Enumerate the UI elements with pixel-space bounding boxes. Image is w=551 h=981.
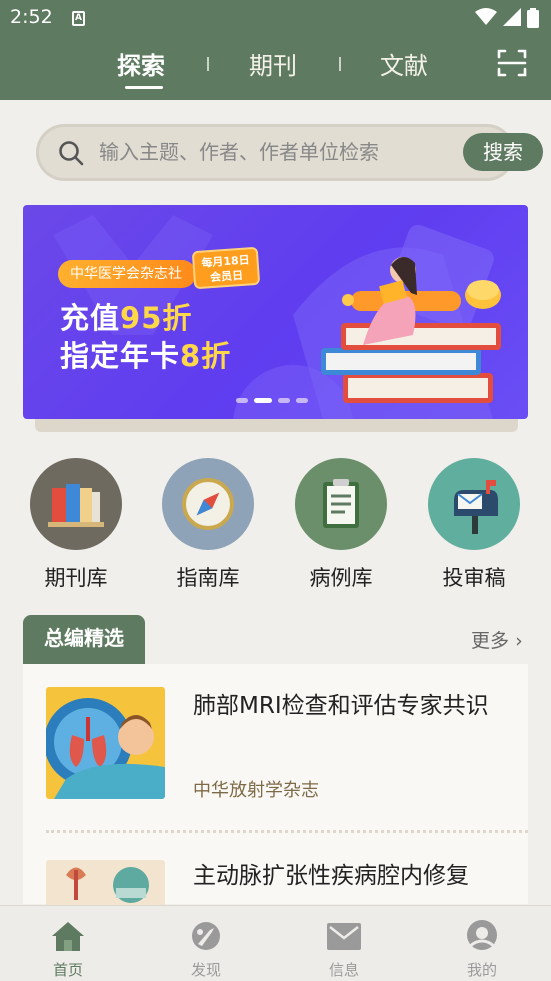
- tab-journal[interactable]: 期刊: [249, 46, 297, 81]
- message-icon: [327, 923, 361, 950]
- more-label: 更多: [471, 630, 510, 652]
- books-illustration: [321, 256, 501, 403]
- nav-item-label: 我的: [466, 961, 497, 979]
- compass-icon: [162, 458, 254, 550]
- promo-banner[interactable]: 中华医学会杂志社 每月18日 会员日 充值95折 指定年卡8折: [23, 205, 528, 419]
- nav-item-label: 发现: [190, 961, 221, 979]
- promo-line-1-discount: 95折: [120, 301, 193, 335]
- tab-divider: [207, 57, 209, 71]
- tab-divider: [339, 57, 341, 71]
- article-thumbnail: [46, 687, 165, 799]
- nav-item-home[interactable]: 首页: [38, 920, 98, 980]
- battery-icon: [527, 8, 539, 28]
- top-header: 2:52 A 探索 期刊 文献: [0, 0, 551, 100]
- pagination-dot[interactable]: [296, 398, 308, 403]
- quick-entry-guidelines[interactable]: 指南库: [162, 458, 254, 592]
- banner-pagination: [236, 398, 308, 403]
- nav-item-label: 信息: [328, 961, 359, 979]
- pagination-dot-active[interactable]: [254, 398, 272, 403]
- profile-icon: [467, 920, 497, 950]
- clipboard-icon: [295, 458, 387, 550]
- promo-line-1-text: 充值: [60, 301, 121, 335]
- quick-entry-submission[interactable]: 投审稿: [428, 458, 520, 592]
- chevron-right-icon: ›: [515, 630, 523, 652]
- promo-line-2: 指定年卡8折: [60, 333, 231, 375]
- quick-entry-label: 期刊库: [44, 566, 108, 590]
- active-tab-indicator: [125, 86, 163, 89]
- featured-articles-list: 肺部MRI检查和评估专家共识 中华放射学杂志 主动脉扩张性疾病腔内修复: [23, 664, 528, 972]
- sim-icon: A: [72, 11, 85, 26]
- promo-line-2-text: 指定年卡: [60, 339, 181, 373]
- pagination-dot[interactable]: [278, 398, 290, 403]
- status-bar: 2:52 A: [0, 0, 551, 36]
- status-time: 2:52: [10, 6, 53, 28]
- search-input[interactable]: [99, 135, 419, 169]
- search-icon: [59, 141, 84, 166]
- article-title: 主动脉扩张性疾病腔内修复: [193, 863, 469, 889]
- wifi-icon: [475, 8, 497, 25]
- quick-entry-label: 病例库: [309, 566, 373, 590]
- quick-entry-label: 指南库: [176, 566, 240, 590]
- publisher-tag: 中华医学会杂志社: [58, 260, 196, 288]
- search-button[interactable]: 搜索: [463, 133, 543, 171]
- books-icon: [30, 458, 122, 550]
- tab-literature[interactable]: 文献: [380, 46, 428, 81]
- list-divider: [46, 830, 528, 833]
- nav-item-label: 首页: [52, 961, 83, 979]
- member-day-badge: 每月18日 会员日: [191, 246, 261, 290]
- bottom-navigation: 首页 发现 信息 我的: [0, 905, 551, 981]
- system-icons: [475, 8, 539, 28]
- more-link[interactable]: 更多 ›: [471, 626, 523, 653]
- promo-line-2-discount: 8折: [180, 339, 232, 373]
- banner-shadow: [35, 418, 518, 432]
- quick-entry-journals[interactable]: 期刊库: [30, 458, 122, 592]
- discover-icon: [192, 922, 220, 950]
- article-title: 肺部MRI检查和评估专家共识: [193, 693, 489, 719]
- pagination-dot[interactable]: [236, 398, 248, 403]
- tab-explore[interactable]: 探索: [117, 46, 165, 81]
- signal-icon: [503, 8, 521, 26]
- promo-line-1: 充值95折: [60, 295, 192, 337]
- search-bar: 搜索: [36, 124, 543, 181]
- mailbox-icon: [428, 458, 520, 550]
- nav-item-messages[interactable]: 信息: [314, 920, 374, 980]
- header-tabs: 探索 期刊 文献: [0, 40, 551, 92]
- nav-item-profile[interactable]: 我的: [452, 920, 512, 980]
- quick-entry-label: 投审稿: [442, 566, 506, 590]
- quick-entry-cases[interactable]: 病例库: [295, 458, 387, 592]
- nav-item-discover[interactable]: 发现: [176, 920, 236, 980]
- home-icon: [52, 922, 84, 951]
- scan-icon[interactable]: [497, 48, 527, 78]
- article-journal: 中华放射学杂志: [193, 780, 319, 801]
- section-title: 总编精选: [23, 615, 145, 664]
